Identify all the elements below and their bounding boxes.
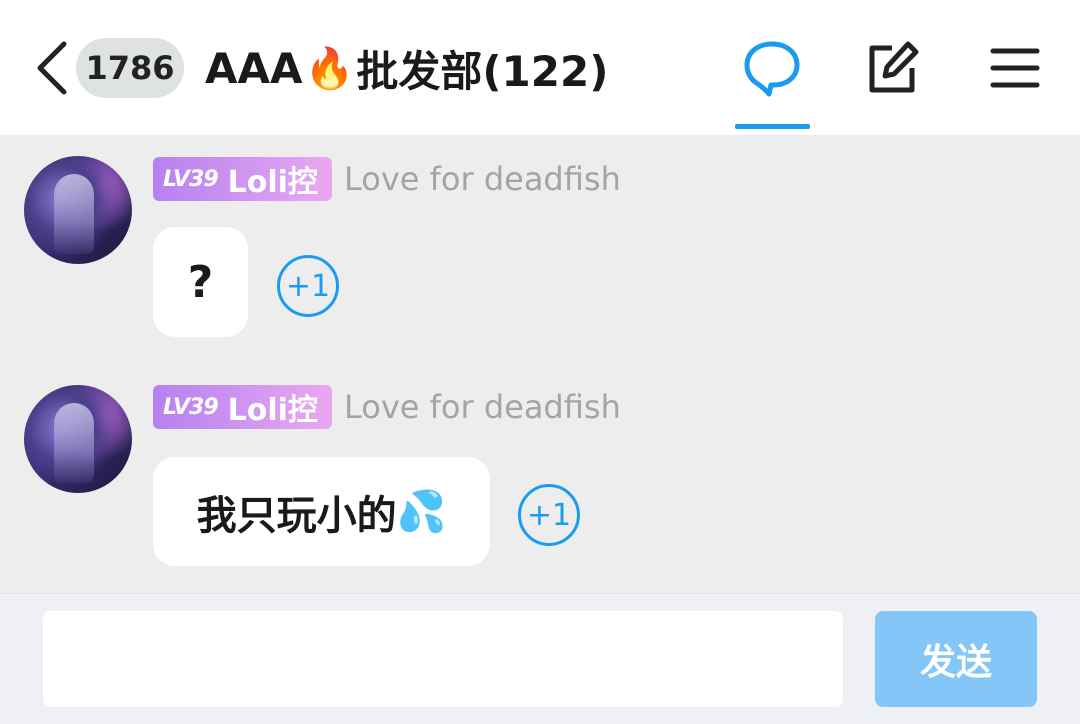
avatar[interactable] [24, 385, 132, 493]
username: Love for deadfish [344, 388, 621, 426]
edit-icon [869, 41, 919, 93]
sweat-droplets-emoji-icon: 💦 [396, 489, 447, 535]
nickname: Loli控 [227, 165, 318, 200]
tab-chat[interactable] [742, 38, 802, 98]
chat-header: 1786 AAA 🔥 批发部(122) [0, 0, 1080, 135]
back-icon [37, 41, 67, 95]
group-title-text: AAA [205, 43, 303, 93]
level-tag: LV39 Loli控 [153, 157, 332, 201]
menu-button[interactable] [985, 38, 1045, 98]
menu-icon [990, 48, 1040, 88]
plus-one-button[interactable]: +1 [518, 484, 580, 546]
level-label: LV39 [163, 394, 219, 420]
message-bubble[interactable]: 我只玩小的 💦 [153, 457, 490, 566]
nickname: Loli控 [227, 393, 318, 428]
chat-bubble-icon [744, 41, 800, 97]
plus-one-button[interactable]: +1 [277, 255, 339, 317]
back-button[interactable] [30, 40, 74, 96]
group-title: AAA 🔥 批发部(122) [205, 38, 608, 98]
active-tab-indicator [735, 124, 810, 129]
unread-count-badge[interactable]: 1786 [76, 38, 184, 98]
message-input[interactable] [43, 611, 843, 707]
message-bubble[interactable]: ? [153, 227, 248, 337]
fire-emoji-icon: 🔥 [304, 45, 355, 92]
message-composer: 发送 [0, 593, 1080, 724]
message-text: ? [187, 256, 214, 308]
avatar[interactable] [24, 156, 132, 264]
level-tag: LV39 Loli控 [153, 385, 332, 429]
username: Love for deadfish [344, 160, 621, 198]
level-label: LV39 [163, 166, 219, 192]
message-text: 我只玩小的 [196, 492, 397, 539]
edit-button[interactable] [862, 38, 922, 98]
group-title-suffix: 批发部(122) [356, 46, 609, 96]
send-button[interactable]: 发送 [875, 611, 1037, 707]
